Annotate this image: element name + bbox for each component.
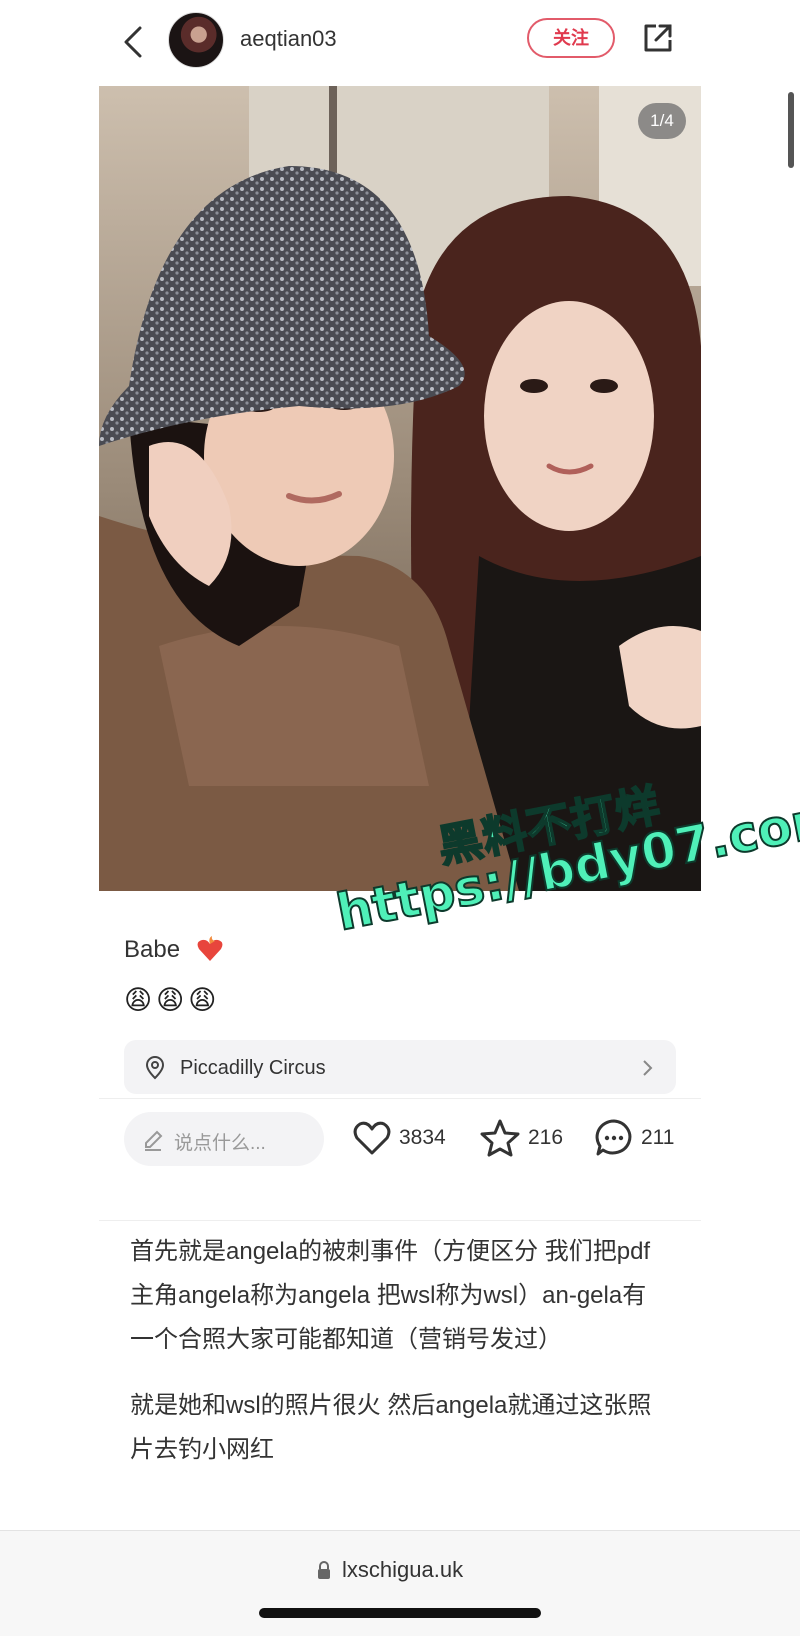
- article-paragraph: 首先就是angela的被刺事件（方便区分 我们把pdf主角angela称为ang…: [130, 1238, 651, 1353]
- share-icon[interactable]: [640, 20, 676, 56]
- comment-bubble-icon[interactable]: [594, 1118, 634, 1158]
- lock-icon: [318, 1561, 330, 1579]
- comment-placeholder[interactable]: 说点什么...: [174, 1128, 266, 1155]
- avatar[interactable]: [168, 12, 224, 68]
- divider: [99, 1220, 701, 1221]
- scrollbar[interactable]: [788, 92, 794, 168]
- location-pin-icon: [145, 1056, 165, 1080]
- home-indicator[interactable]: [259, 1608, 541, 1618]
- pencil-icon: [145, 1130, 163, 1151]
- like-count: 3834: [399, 1126, 446, 1149]
- star-icon[interactable]: [480, 1118, 520, 1158]
- chevron-left-icon[interactable]: [120, 22, 144, 62]
- post-emojis: 😩😩😩: [124, 985, 221, 1015]
- url-label[interactable]: lxschigua.uk: [342, 1557, 463, 1583]
- divider: [99, 1098, 701, 1099]
- article-body: 首先就是angela的被刺事件（方便区分 我们把pdf主角angela称为ang…: [130, 1230, 670, 1494]
- article-paragraph: 就是她和wsl的照片很火 然后angela就通过这张照片去钓小网红: [130, 1392, 652, 1463]
- heart-on-fire-icon: [197, 936, 223, 961]
- like-heart-icon[interactable]: [352, 1119, 392, 1157]
- star-count: 216: [528, 1126, 564, 1149]
- photo-page-indicator: 1/4: [638, 103, 686, 139]
- post-photo[interactable]: [99, 86, 701, 891]
- chevron-right-icon: [643, 1060, 653, 1076]
- follow-button[interactable]: 关注: [527, 18, 615, 58]
- username[interactable]: aeqtian03: [240, 26, 337, 52]
- post-title: Babe: [124, 936, 181, 963]
- location-label[interactable]: Piccadilly Circus: [180, 1057, 326, 1080]
- comment-count: 211: [641, 1126, 675, 1149]
- browser-bottom-bar: [0, 1530, 800, 1636]
